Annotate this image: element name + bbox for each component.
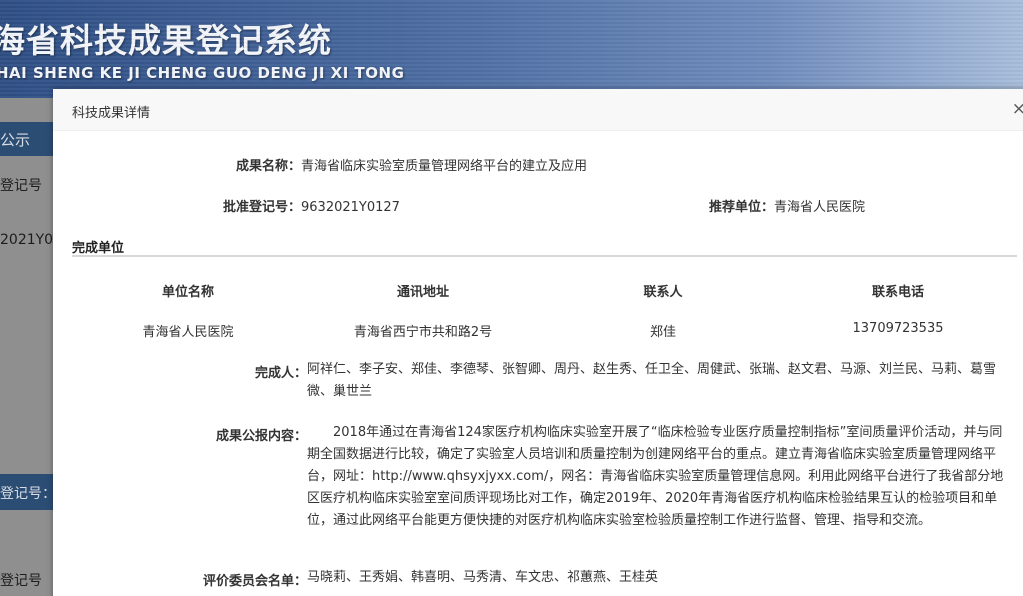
units-header-phone: 联系电话 [871,285,924,300]
achievement-name-value: 青海省临床实验室质量管理网络平台的建立及应用 [301,159,588,174]
modal-title: 科技成果详情 [72,106,151,121]
achievement-name-row: 成果名称：青海省临床实验室质量管理网络平台的建立及应用 [236,155,587,174]
units-cell-phone: 13709723535 [852,321,944,336]
units-header-address: 通讯地址 [396,285,449,300]
registration-label: 批准登记号： [223,200,302,215]
units-header-contact: 联系人 [643,285,683,300]
system-subtitle: HAI SHENG KE JI CHENG GUO DENG JI XI TON… [0,64,405,82]
completers-value: 阿祥仁、李子安、郑佳、李德琴、张智卿、周丹、赵生秀、任卫全、周健武、张瑞、赵文君… [307,362,997,399]
achievement-name-label: 成果名称： [236,159,302,174]
background-reg-label: 登记号 [0,178,42,194]
summary-value: 2018年通过在青海省124家医疗机构临床实验室开展了“临床检验专业医疗质量控制… [307,425,1004,528]
completers-label: 完成人： [254,366,307,381]
units-section-title: 完成单位 [72,241,125,256]
registration-value: 9632021Y0127 [301,200,400,215]
background-left-panel [0,98,60,596]
system-title: 海省科技成果登记系统 [0,21,332,60]
units-header-name: 单位名称 [161,285,214,300]
recommend-value: 青海省人民医院 [774,200,866,215]
system-header: 海省科技成果登记系统 HAI SHENG KE JI CHENG GUO DEN… [0,0,1023,98]
recommend-label: 推荐单位： [709,200,775,215]
units-cell-address: 青海省西宁市共和路2号 [353,325,493,340]
detail-modal: 科技成果详情 × 成果名称：青海省临床实验室质量管理网络平台的建立及应用 批准登… [53,89,1023,596]
committee-label: 评价委员会名单： [202,574,307,589]
background-tab-publicity[interactable]: 公示 [0,122,60,156]
summary-label: 成果公报内容： [215,429,307,444]
close-icon[interactable]: × [1012,99,1023,119]
registration-row: 批准登记号：9632021Y0127 [223,196,400,215]
section-divider [72,255,1017,257]
units-cell-name: 青海省人民医院 [142,325,234,340]
committee-value: 马晓莉、王秀娟、韩喜明、马秀清、车文忠、祁蕙燕、王桂英 [307,570,659,585]
units-cell-contact: 郑佳 [649,325,676,340]
background-reg-label-2: 登记号 [0,573,42,589]
modal-header: 科技成果详情 [53,89,1023,131]
background-reg-tab[interactable]: 登记号： [0,474,60,510]
recommend-row: 推荐单位：青海省人民医院 [709,196,865,215]
